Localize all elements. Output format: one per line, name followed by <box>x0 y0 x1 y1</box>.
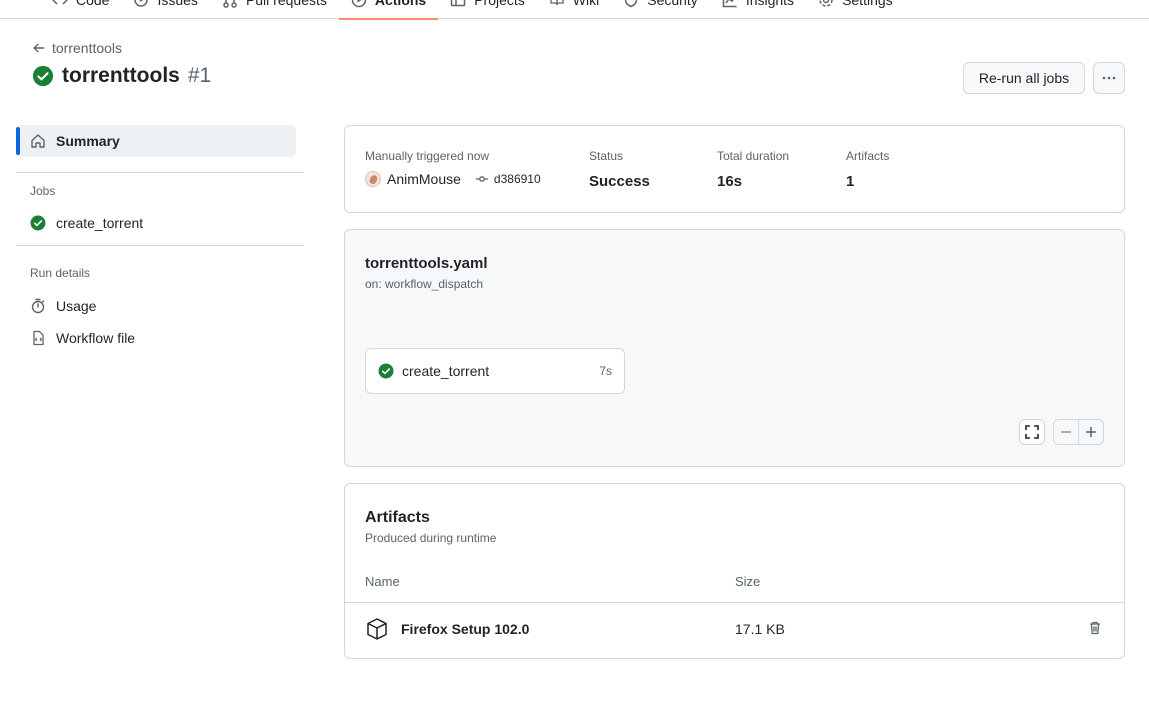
tab-pull-requests[interactable]: Pull requests <box>210 0 339 19</box>
tab-code[interactable]: Code <box>40 0 121 19</box>
gear-icon <box>819 0 833 7</box>
artifacts-info: Artifacts 1 <box>846 149 889 190</box>
repo-nav: Code Issues Pull requests Actions Projec… <box>0 0 1149 20</box>
trash-icon[interactable] <box>1087 620 1103 636</box>
tab-label: Projects <box>474 0 525 8</box>
duration-value: 16s <box>717 173 743 190</box>
issue-icon <box>134 0 149 7</box>
kebab-horizontal-icon <box>1102 76 1116 80</box>
graph-icon <box>722 0 737 8</box>
check-circle-fill-icon <box>32 65 54 87</box>
tab-projects[interactable]: Projects <box>438 0 537 19</box>
jobs-heading: Jobs <box>30 184 56 198</box>
status-label: Status <box>589 149 624 163</box>
more-options-button[interactable] <box>1093 62 1125 94</box>
tab-wiki[interactable]: Wiki <box>537 0 611 19</box>
workflow-graph-card: torrenttools.yaml on: workflow_dispatch … <box>344 229 1125 467</box>
artifact-size: 17.1 KB <box>735 621 785 637</box>
artifacts-count[interactable]: 1 <box>846 173 889 190</box>
sidebar-divider <box>16 245 304 246</box>
play-icon <box>351 0 367 8</box>
tab-label: Code <box>76 0 110 8</box>
zoom-out-button[interactable] <box>1053 419 1079 445</box>
workflow-trigger: on: workflow_dispatch <box>365 277 484 291</box>
sidebar-item-summary[interactable]: Summary <box>16 125 296 157</box>
arrow-left-icon <box>33 43 45 53</box>
sidebar-divider <box>16 172 304 173</box>
commit-link[interactable]: d386910 <box>475 172 541 186</box>
avatar[interactable] <box>365 171 381 187</box>
table-row: Firefox Setup 102.0 17.1 KB <box>345 603 1124 658</box>
code-icon <box>52 0 68 5</box>
rerun-all-jobs-button[interactable]: Re-run all jobs <box>963 62 1085 94</box>
pull-request-icon <box>223 0 237 8</box>
artifacts-title: Artifacts <box>365 509 430 526</box>
artifacts-count-label: Artifacts <box>846 149 890 163</box>
home-icon <box>31 134 45 148</box>
tab-label: Insights <box>745 0 795 8</box>
run-details-heading: Run details <box>30 266 91 280</box>
duration-info: Total duration 16s <box>717 149 789 190</box>
book-icon <box>550 0 564 6</box>
check-circle-fill-icon <box>378 363 394 379</box>
tab-settings[interactable]: Settings <box>806 0 905 19</box>
sidebar-item-create-torrent[interactable]: create_torrent <box>16 207 304 239</box>
name-column-header: Name <box>365 574 400 589</box>
sidebar-item-usage[interactable]: Usage <box>16 290 304 322</box>
status-value: Success <box>589 173 650 190</box>
run-summary-card: Manually triggered now AnimMouse d386910… <box>344 125 1125 213</box>
page-title: torrenttools <box>62 64 180 87</box>
back-link-label: torrenttools <box>52 40 123 56</box>
fullscreen-button[interactable] <box>1019 419 1045 445</box>
duration-label: Total duration <box>717 149 790 163</box>
check-circle-fill-icon <box>30 215 46 231</box>
tab-security[interactable]: Security <box>611 0 710 19</box>
status-info: Status Success <box>589 149 650 190</box>
run-number: #1 <box>187 64 212 87</box>
tab-label: Wiki <box>572 0 600 8</box>
tab-label: Security <box>647 0 698 8</box>
plus-icon <box>1086 427 1096 437</box>
run-title-row: torrenttools #1 <box>32 64 211 88</box>
sidebar-item-label: Workflow file <box>56 330 136 346</box>
screen-full-icon <box>1025 425 1039 439</box>
actor-name[interactable]: AnimMouse <box>387 171 461 187</box>
job-node-create-torrent[interactable]: create_torrent 7s <box>365 348 625 394</box>
zoom-in-button[interactable] <box>1078 419 1104 445</box>
table-icon <box>450 0 466 7</box>
trigger-label: Manually triggered now <box>365 149 490 163</box>
back-link[interactable]: torrenttools <box>32 40 122 56</box>
artifacts-card: Artifacts Produced during runtime Name S… <box>344 483 1125 659</box>
file-code-icon <box>33 330 44 346</box>
tab-actions[interactable]: Actions <box>338 0 439 20</box>
trigger-info: Manually triggered now AnimMouse d386910 <box>365 149 541 187</box>
shield-icon <box>625 0 638 8</box>
tab-label: Actions <box>374 0 427 8</box>
artifacts-subtitle: Produced during runtime <box>365 531 497 545</box>
tab-issues[interactable]: Issues <box>121 0 209 19</box>
sidebar-item-workflow-file[interactable]: Workflow file <box>16 322 304 354</box>
tab-label: Settings <box>842 0 893 8</box>
job-duration: 7s <box>599 364 612 378</box>
workflow-name: torrenttools.yaml <box>365 255 488 272</box>
job-name: create_torrent <box>402 363 490 379</box>
sidebar-item-label: Summary <box>56 133 120 149</box>
package-icon <box>367 618 387 640</box>
tab-label: Pull requests <box>245 0 327 8</box>
sidebar-item-label: create_torrent <box>56 215 144 231</box>
size-column-header: Size <box>735 574 761 589</box>
tab-label: Issues <box>157 0 198 8</box>
tab-insights[interactable]: Insights <box>710 0 806 19</box>
artifact-name-link[interactable]: Firefox Setup 102.0 <box>401 621 529 637</box>
stopwatch-icon <box>31 298 45 314</box>
run-sidebar: Summary Jobs create_torrent Run details … <box>16 125 304 354</box>
commit-sha: d386910 <box>493 172 541 186</box>
git-commit-icon <box>475 176 489 182</box>
dash-icon <box>1061 431 1071 433</box>
sidebar-item-label: Usage <box>56 298 97 314</box>
